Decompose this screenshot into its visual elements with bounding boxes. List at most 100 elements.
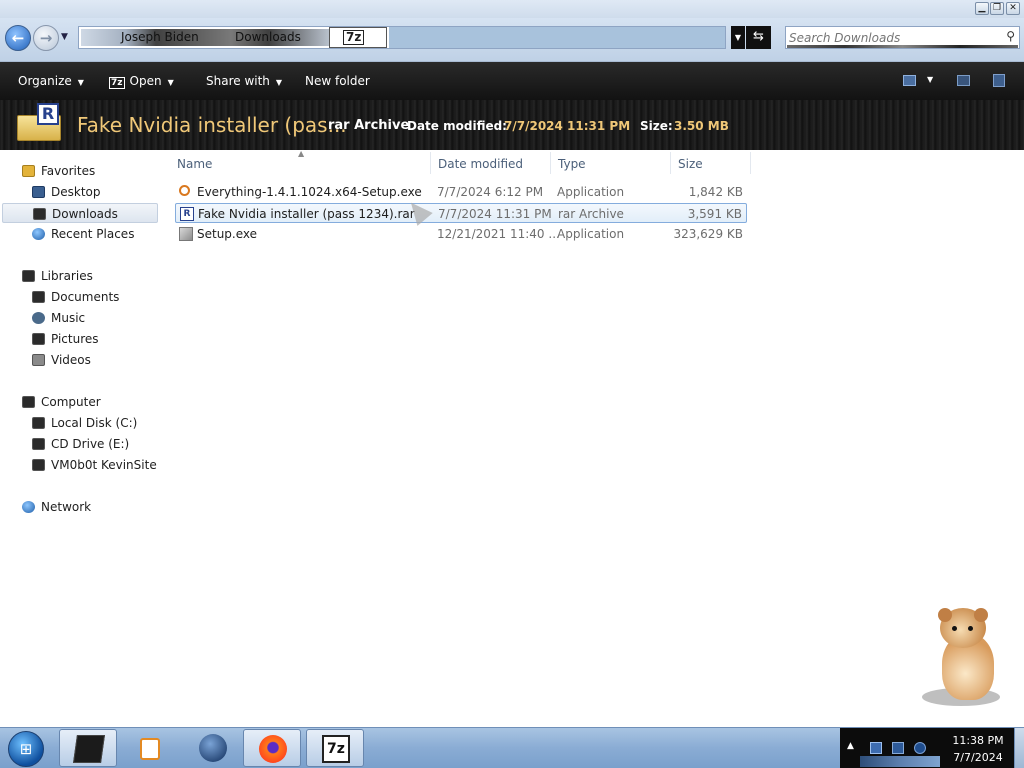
cd-drive-icon (32, 438, 45, 450)
nav-music[interactable]: Music (2, 308, 158, 328)
pictures-icon (32, 333, 45, 345)
nav-documents[interactable]: Documents (2, 287, 158, 307)
file-date-modified: 7/7/2024 6:12 PM (437, 185, 544, 199)
column-header-size[interactable]: Size (678, 157, 703, 171)
nav-local-disk[interactable]: Local Disk (C:) (2, 413, 158, 433)
sevenzip-icon: 7z (343, 30, 365, 45)
column-divider[interactable] (750, 152, 751, 174)
close-button[interactable]: ✕ (1006, 2, 1020, 15)
nav-cd-drive[interactable]: CD Drive (E:) (2, 434, 158, 454)
navigation-pane: Favorites Desktop Downloads Recent Place… (0, 152, 160, 727)
taskbar-media-player-button[interactable] (120, 729, 178, 767)
column-header-type[interactable]: Type (558, 157, 586, 171)
recent-places-icon (32, 228, 45, 240)
taskbar-7zip-button[interactable]: 7z (306, 729, 364, 767)
tray-app-icon[interactable] (870, 742, 882, 754)
window-title-bar: ▁ ❐ ✕ (0, 0, 1024, 18)
command-bar: Organize ▼ 7z Open ▼ Share with ▼ New folder… (0, 62, 1024, 100)
new-folder-label: New folder (305, 74, 370, 88)
forward-button[interactable]: → (33, 25, 59, 51)
help-icon[interactable] (993, 74, 1005, 87)
file-name: Fake Nvidia installer (pass 1234).rar (198, 207, 415, 221)
organize-button[interactable]: Organize ▼ (18, 74, 84, 88)
open-button[interactable]: 7z Open ▼ (109, 74, 174, 89)
nav-downloads[interactable]: Downloads (2, 203, 158, 223)
nav-network[interactable]: Network (2, 497, 158, 517)
file-type: Application (557, 227, 625, 241)
taskbar-explorer-button[interactable] (59, 729, 117, 767)
taskbar-firefox-button[interactable] (243, 729, 301, 767)
new-folder-button[interactable]: New folder (305, 74, 370, 88)
maximize-button[interactable]: ❐ (990, 2, 1004, 15)
nav-pictures[interactable]: Pictures (2, 329, 158, 349)
sort-ascending-icon: ▲ (298, 149, 305, 158)
file-row-fake-nvidia-installer[interactable]: R Fake Nvidia installer (pass 1234).rar … (175, 203, 747, 223)
nav-network-label: Network (41, 500, 92, 514)
nav-videos-label: Videos (51, 353, 91, 367)
views-dropdown-icon[interactable]: ▼ (927, 75, 933, 84)
nav-desktop-label: Desktop (51, 185, 101, 199)
search-box-overlay-image (787, 45, 1018, 48)
nav-desktop[interactable]: Desktop (2, 182, 158, 202)
column-divider[interactable] (550, 152, 551, 174)
hamster-desktop-pet[interactable] (922, 604, 1008, 710)
nav-recent-places[interactable]: Recent Places (2, 224, 158, 244)
media-player-icon (140, 738, 160, 760)
show-desktop-button[interactable] (1014, 728, 1024, 768)
refresh-button[interactable]: ⇆ (746, 26, 771, 49)
breadcrumb-downloads[interactable]: Downloads (235, 30, 301, 44)
search-app-icon (179, 185, 190, 196)
libraries-icon (22, 270, 35, 282)
tray-network-icon[interactable] (892, 742, 904, 754)
taskbar-globe-button[interactable] (184, 729, 242, 767)
show-hidden-icons-button[interactable]: ▲ (847, 741, 854, 751)
nav-pictures-label: Pictures (51, 332, 99, 346)
breadcrumb-joseph-biden[interactable]: Joseph Biden (121, 30, 199, 44)
search-box[interactable]: ⚲ (785, 26, 1020, 49)
preview-pane-icon[interactable] (957, 75, 970, 86)
file-size: 3,591 KB (687, 207, 742, 221)
nav-cd-drive-label: CD Drive (E:) (51, 437, 130, 451)
nav-libraries[interactable]: Libraries (2, 266, 158, 286)
back-button[interactable]: ← (5, 25, 31, 51)
address-dropdown-button[interactable]: ▼ (731, 26, 745, 49)
share-with-button[interactable]: Share with ▼ (206, 74, 282, 88)
chevron-down-icon: ▼ (77, 78, 84, 87)
column-divider[interactable] (670, 152, 671, 174)
rar-archive-icon: R (17, 103, 63, 141)
sevenzip-icon: 7z (109, 77, 125, 89)
search-input[interactable] (789, 29, 989, 46)
minimize-button[interactable]: ▁ (975, 2, 989, 15)
file-row-setup[interactable]: Setup.exe 12/21/2021 11:40 ... Applicati… (175, 224, 747, 244)
selected-file-name: Fake Nvidia installer (pas... (77, 113, 347, 137)
search-icon[interactable]: ⚲ (1006, 29, 1015, 43)
tray-overlay-image (860, 756, 940, 767)
column-divider[interactable] (430, 152, 431, 174)
nav-favorites[interactable]: Favorites (2, 161, 158, 181)
details-header: R Fake Nvidia installer (pas... rar Arch… (0, 100, 1024, 150)
documents-icon (32, 291, 45, 303)
change-view-icon[interactable] (903, 75, 916, 86)
column-header-name[interactable]: Name (177, 157, 212, 171)
address-bar-fill[interactable] (389, 27, 725, 48)
address-bar[interactable]: Joseph Biden Downloads 7z (78, 26, 726, 49)
desktop-icon (32, 186, 45, 198)
music-icon (32, 312, 45, 324)
start-button[interactable]: ⊞ (8, 731, 44, 767)
selected-file-type: rar Archive (328, 118, 410, 133)
recent-pages-dropdown[interactable]: ▼ (61, 32, 68, 42)
column-header-date-modified[interactable]: Date modified (438, 157, 523, 171)
computer-icon (22, 396, 35, 408)
tray-volume-icon[interactable] (914, 742, 926, 754)
nav-network-drive[interactable]: VM0b0t KevinSite (2, 455, 158, 475)
videos-icon (32, 354, 45, 366)
nav-network-drive-label: VM0b0t KevinSite (51, 458, 157, 472)
taskbar: ⊞ 7z ▲ 11:38 PM 7/7/2024 (0, 727, 1024, 768)
file-row-everything-setup[interactable]: Everything-1.4.1.1024.x64-Setup.exe 7/7/… (175, 182, 747, 202)
nav-documents-label: Documents (51, 290, 120, 304)
minimize-icon: ▁ (978, 3, 986, 13)
nav-videos[interactable]: Videos (2, 350, 158, 370)
clock-time[interactable]: 11:38 PM (948, 734, 1008, 747)
clock-date[interactable]: 7/7/2024 (948, 751, 1008, 764)
nav-computer[interactable]: Computer (2, 392, 158, 412)
